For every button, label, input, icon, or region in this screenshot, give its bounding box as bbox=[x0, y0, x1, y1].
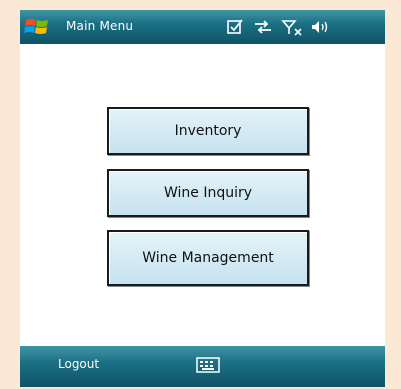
wine-inquiry-button[interactable]: Wine Inquiry bbox=[107, 169, 309, 217]
logout-softkey[interactable]: Logout bbox=[58, 357, 99, 371]
main-menu-content: Inventory Wine Inquiry Wine Management bbox=[20, 44, 385, 346]
messaging-icon[interactable] bbox=[226, 18, 244, 36]
device-screen: Main Menu Inventory Wine Inquiry Wine Ma… bbox=[20, 10, 385, 387]
volume-icon[interactable] bbox=[310, 18, 332, 36]
window-title: Main Menu bbox=[66, 19, 134, 33]
signal-icon[interactable] bbox=[281, 18, 303, 36]
title-bar: Main Menu bbox=[20, 10, 385, 44]
wine-management-button[interactable]: Wine Management bbox=[107, 230, 309, 286]
keyboard-icon[interactable] bbox=[196, 356, 220, 374]
connectivity-icon[interactable] bbox=[253, 18, 273, 36]
windows-start-icon[interactable] bbox=[24, 15, 50, 39]
softkey-bar: Logout bbox=[20, 346, 385, 387]
inventory-button[interactable]: Inventory bbox=[107, 107, 309, 155]
